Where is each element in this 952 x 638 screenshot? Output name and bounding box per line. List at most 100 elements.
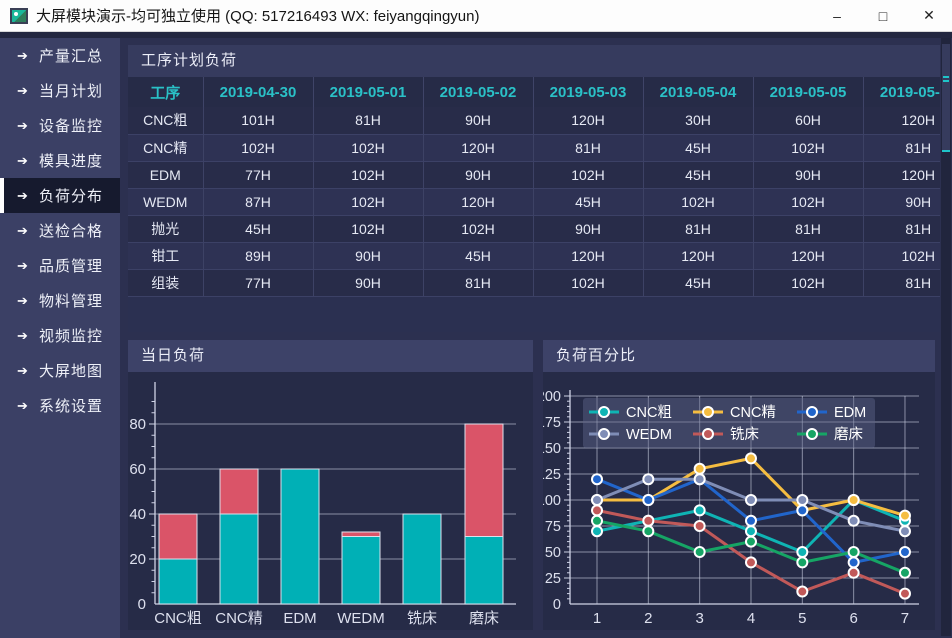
- sidebar-item-产量汇总[interactable]: ➔产量汇总: [0, 38, 120, 73]
- sidebar-item-送检合格[interactable]: ➔送检合格: [0, 213, 120, 248]
- load-hours-cell: 102H: [203, 134, 313, 161]
- load-hours-cell: 120H: [533, 107, 643, 134]
- window-controls: – □ ✕: [814, 0, 952, 32]
- sidebar-item-label: 模具进度: [39, 150, 103, 171]
- svg-text:5: 5: [798, 610, 806, 627]
- load-hours-cell: 81H: [863, 215, 940, 242]
- load-hours-cell: 81H: [423, 269, 533, 296]
- load-hours-cell: 45H: [643, 161, 753, 188]
- load-hours-cell: 81H: [643, 215, 753, 242]
- svg-text:0: 0: [138, 596, 146, 613]
- bar-gridlines: [155, 424, 516, 559]
- sidebar-item-label: 设备监控: [39, 115, 103, 136]
- arrow-icon: ➔: [17, 83, 39, 99]
- load-hours-cell: 81H: [863, 269, 940, 296]
- arrow-icon: ➔: [17, 153, 39, 169]
- svg-text:40: 40: [129, 506, 146, 523]
- scrollbar-thumb[interactable]: [942, 44, 950, 152]
- load-hours-cell: 102H: [533, 269, 643, 296]
- load-hours-cell: 89H: [203, 242, 313, 269]
- bar-category-label: CNC粗: [154, 610, 202, 627]
- arrow-icon: ➔: [17, 48, 39, 64]
- daily-load-bar-chart: 020406080CNC粗CNC精EDMWEDM铣床磨床: [128, 372, 533, 630]
- load-hours-cell: 102H: [753, 269, 863, 296]
- arrow-icon: ➔: [17, 258, 39, 274]
- table-row: 组装77H90H81H102H45H102H81H: [128, 269, 940, 296]
- sidebar-item-设备监控[interactable]: ➔设备监控: [0, 108, 120, 143]
- table-row: CNC精102H102H120H81H45H102H81H: [128, 134, 940, 161]
- legend-label: EDM: [834, 405, 866, 421]
- process-name-cell: 钳工: [128, 242, 203, 269]
- sidebar: ➔产量汇总➔当月计划➔设备监控➔模具进度➔负荷分布➔送检合格➔品质管理➔物料管理…: [0, 38, 120, 638]
- column-header: 2019-04-30: [203, 77, 313, 107]
- titlebar: 大屏模块演示-均可独立使用 (QQ: 517216493 WX: feiyang…: [0, 0, 952, 32]
- bar-category-label: EDM: [283, 610, 316, 627]
- sidebar-item-label: 物料管理: [39, 290, 103, 311]
- load-hours-cell: 87H: [203, 188, 313, 215]
- load-hours-cell: 81H: [533, 134, 643, 161]
- load-hours-cell: 102H: [533, 161, 643, 188]
- line-panel-title: 负荷百分比: [543, 340, 935, 372]
- load-hours-cell: 90H: [533, 215, 643, 242]
- maximize-button[interactable]: □: [860, 0, 906, 32]
- sidebar-item-当月计划[interactable]: ➔当月计划: [0, 73, 120, 108]
- sidebar-item-模具进度[interactable]: ➔模具进度: [0, 143, 120, 178]
- load-hours-cell: 90H: [753, 161, 863, 188]
- process-name-cell: CNC精: [128, 134, 203, 161]
- bar-panel-title: 当日负荷: [128, 340, 533, 372]
- sidebar-item-负荷分布[interactable]: ➔负荷分布: [0, 178, 120, 213]
- process-name-cell: 组装: [128, 269, 203, 296]
- load-hours-cell: 45H: [643, 134, 753, 161]
- content-area: 工序计划负荷 工序2019-04-302019-05-012019-05-022…: [120, 38, 952, 638]
- sidebar-item-大屏地图[interactable]: ➔大屏地图: [0, 353, 120, 388]
- minimize-button[interactable]: –: [814, 0, 860, 32]
- bar-EDM: [281, 469, 319, 604]
- sidebar-item-品质管理[interactable]: ➔品质管理: [0, 248, 120, 283]
- vertical-scrollbar[interactable]: [941, 38, 951, 636]
- load-hours-cell: 90H: [423, 161, 533, 188]
- load-hours-cell: 120H: [643, 242, 753, 269]
- svg-text:4: 4: [747, 610, 755, 627]
- sidebar-item-label: 系统设置: [39, 395, 103, 416]
- table-header-row: 工序2019-04-302019-05-012019-05-022019-05-…: [128, 77, 940, 107]
- load-hours-cell: 120H: [863, 107, 940, 134]
- load-percent-line-chart: 02550751001251501752001234567CNC粗CNC精EDM…: [543, 372, 935, 630]
- bar-WEDM: [342, 537, 380, 605]
- sidebar-item-label: 品质管理: [39, 255, 103, 276]
- load-hours-cell: 102H: [313, 215, 423, 242]
- svg-text:7: 7: [901, 610, 909, 627]
- sidebar-item-视频监控[interactable]: ➔视频监控: [0, 318, 120, 353]
- sidebar-item-物料管理[interactable]: ➔物料管理: [0, 283, 120, 318]
- table-wrap: 工序2019-04-302019-05-012019-05-022019-05-…: [128, 77, 940, 297]
- svg-text:100: 100: [543, 493, 561, 509]
- svg-text:0: 0: [553, 597, 561, 613]
- svg-text:50: 50: [545, 545, 561, 561]
- load-hours-cell: 120H: [423, 188, 533, 215]
- svg-text:75: 75: [545, 519, 561, 535]
- load-hours-cell: 45H: [203, 215, 313, 242]
- close-button[interactable]: ✕: [906, 0, 952, 32]
- bar-top-CNC粗: [159, 514, 197, 559]
- load-percent-panel: 负荷百分比 02550751001251501752001234567CNC粗C…: [543, 340, 935, 630]
- sidebar-item-label: 当月计划: [39, 80, 103, 101]
- bar-铣床: [403, 514, 441, 604]
- load-hours-cell: 102H: [313, 161, 423, 188]
- bar-top-WEDM: [342, 532, 380, 537]
- load-hours-cell: 81H: [313, 107, 423, 134]
- chart-legend[interactable]: CNC粗CNC精EDMWEDM铣床磨床: [583, 398, 875, 448]
- svg-text:200: 200: [543, 389, 561, 405]
- process-name-cell: 抛光: [128, 215, 203, 242]
- load-hours-cell: 120H: [863, 161, 940, 188]
- column-header: 2019-05-02: [423, 77, 533, 107]
- load-hours-cell: 77H: [203, 269, 313, 296]
- column-header: 工序: [128, 77, 203, 107]
- scrollbar-grip-icon: [943, 76, 949, 78]
- sidebar-item-系统设置[interactable]: ➔系统设置: [0, 388, 120, 423]
- load-hours-cell: 90H: [863, 188, 940, 215]
- bar-category-label: 铣床: [407, 610, 437, 627]
- svg-text:3: 3: [695, 610, 703, 627]
- load-hours-cell: 81H: [863, 134, 940, 161]
- legend-label: CNC粗: [626, 404, 672, 421]
- legend-label: CNC精: [730, 404, 776, 421]
- load-hours-cell: 90H: [423, 107, 533, 134]
